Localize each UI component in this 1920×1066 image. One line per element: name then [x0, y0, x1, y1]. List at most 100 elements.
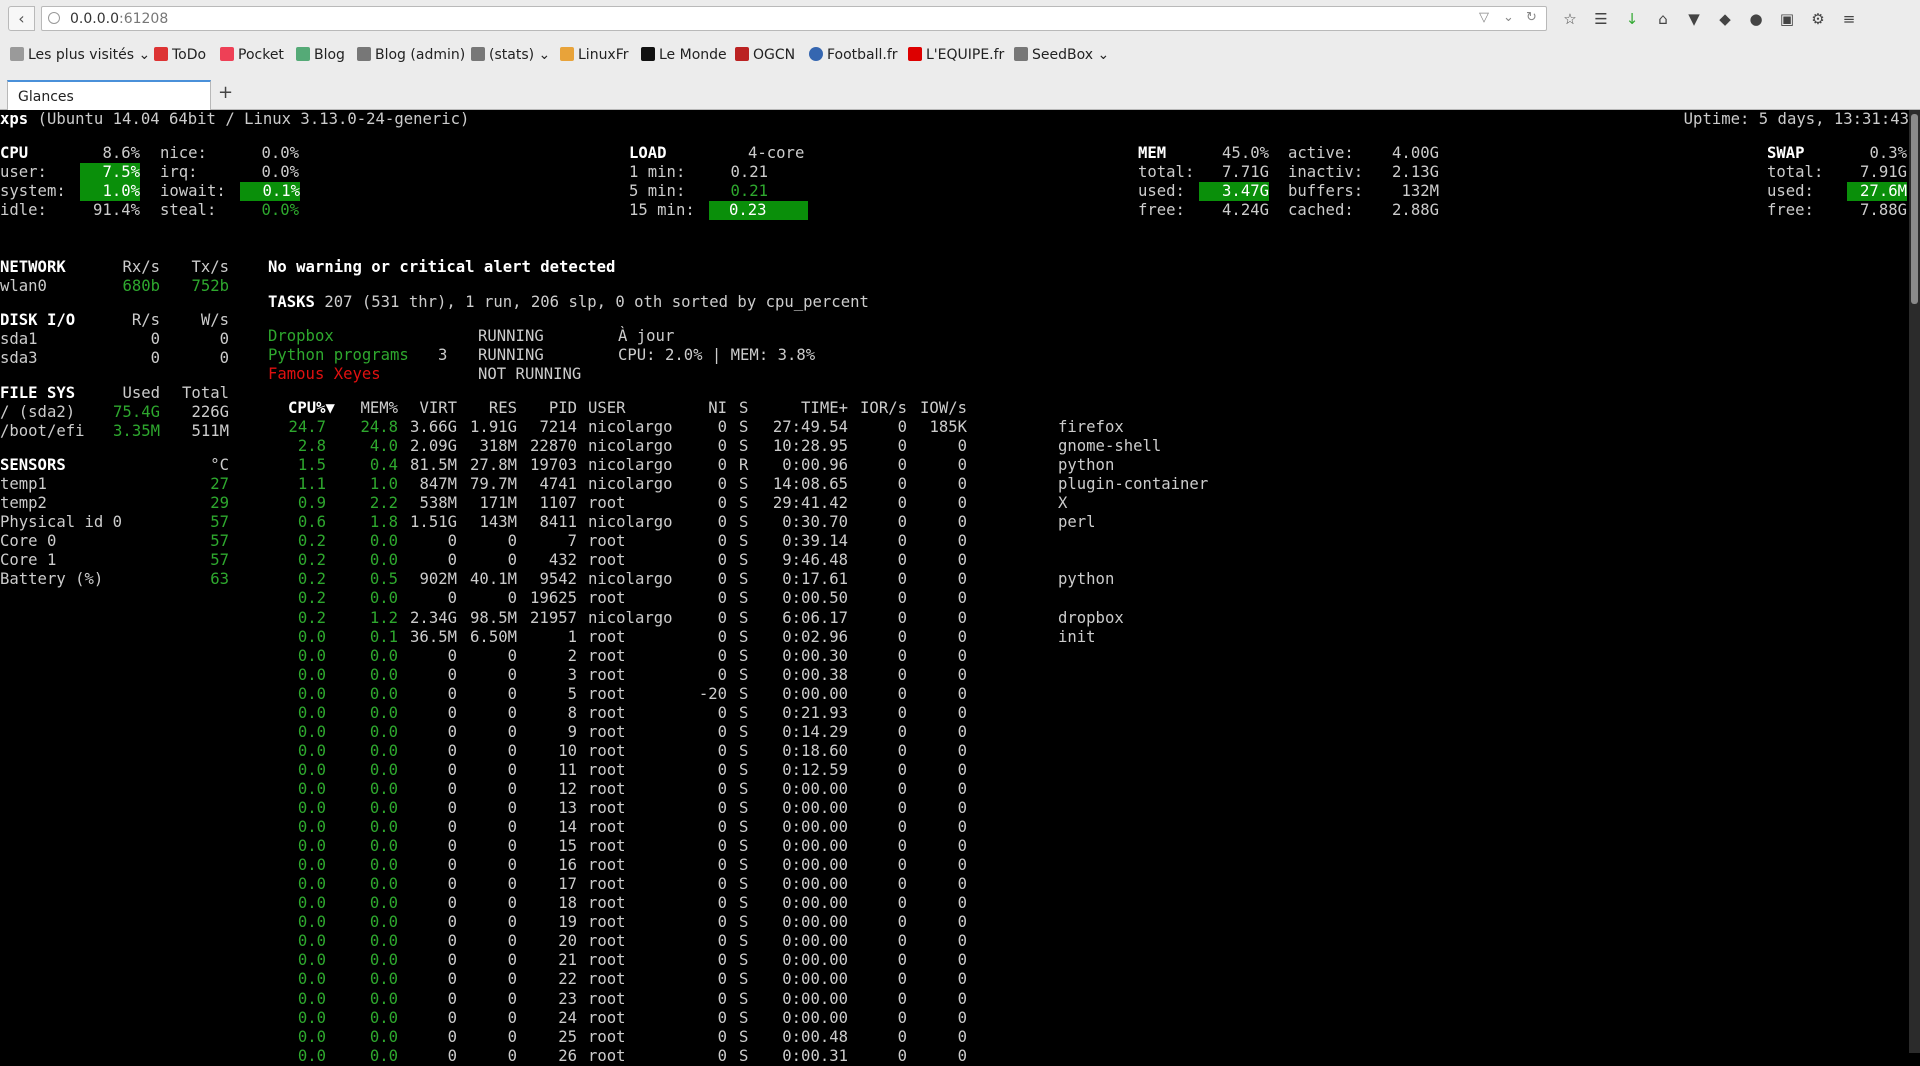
bookmark-stats[interactable]: (stats) ⌄ — [471, 47, 550, 63]
bookmark-blog-admin[interactable]: Blog (admin) — [357, 47, 465, 63]
table-row[interactable]: 0.0 0.0 0 0 19 root 0 S 0:00.00 0 0 — [0, 913, 1909, 932]
site-info-icon[interactable] — [48, 12, 60, 24]
table-row[interactable]: 0.0 0.0 0 0 20 root 0 S 0:00.00 0 0 — [0, 932, 1909, 951]
bookmark-label: Blog (admin) — [375, 47, 466, 63]
bookmark-blog[interactable]: Blog — [296, 47, 345, 63]
table-row[interactable]: 0.0 0.0 0 0 18 root 0 S 0:00.00 0 0 — [0, 894, 1909, 913]
table-row[interactable]: 0.0 0.0 0 0 3 root 0 S 0:00.38 0 0 — [0, 666, 1909, 685]
table-row[interactable]: 1.1 1.0 847M 79.7M 4741 nicolargo 0 S 14:08.65 0 0… — [0, 475, 1909, 494]
col-status-header[interactable]: S — [739, 399, 748, 418]
table-row[interactable]: 0.0 0.0 0 0 15 root 0 S 0:00.00 0 0 — [0, 837, 1909, 856]
bookmark-todo[interactable]: ToDo — [154, 47, 206, 63]
table-row[interactable]: 0.0 0.0 0 0 8 root 0 S 0:21.93 0 0 — [0, 704, 1909, 723]
bookmark-lequipe[interactable]: L'EQUIPE.fr — [908, 47, 1004, 63]
proc-virt: 3.66G — [410, 418, 457, 436]
bookmarks-list-icon[interactable]: ☰ — [1589, 8, 1613, 30]
table-row[interactable]: 0.2 0.0 0 0 7 root 0 S 0:39.14 0 0 — [0, 532, 1909, 551]
col-iow-header[interactable]: IOW/s — [910, 399, 967, 418]
table-row[interactable]: 0.0 0.0 0 0 11 root 0 S 0:12.59 0 0 — [0, 761, 1909, 780]
col-ni-header[interactable]: NI — [690, 399, 727, 418]
gear-icon[interactable]: ⚙ — [1806, 8, 1830, 30]
proc-mem: 0.0 — [369, 837, 398, 856]
history-dropdown-icon[interactable]: ⌄ — [1503, 10, 1514, 25]
table-row[interactable]: 0.0 0.0 0 0 13 root 0 S 0:00.00 0 0 — [0, 799, 1909, 818]
extension-icon[interactable]: ◆ — [1713, 8, 1737, 30]
col-cpu-header[interactable]: CPU%▼ — [288, 399, 335, 418]
proc-ior: 0 — [897, 551, 907, 570]
table-row[interactable]: 0.2 0.5 902M 40.1M 9542 nicolargo 0 S 0:17.61 0 0 p… — [0, 570, 1909, 589]
table-row[interactable]: 0.0 0.0 0 0 2 root 0 S 0:00.30 0 0 — [0, 647, 1909, 666]
table-row[interactable]: 0.0 0.0 0 0 26 root 0 S 0:00.31 0 0 — [0, 1047, 1909, 1066]
bookmark-les-plus-visites[interactable]: Les plus visités ⌄ — [10, 47, 150, 63]
url-bar[interactable]: 0.0.0.0:61208 ▽ ⌄ ↻ — [41, 6, 1547, 31]
table-row[interactable]: 0.2 1.2 2.34G 98.5M 21957 nicolargo 0 S 6:06.17 0… — [0, 609, 1909, 628]
tab-glances[interactable]: Glances — [7, 80, 211, 110]
back-button[interactable]: ‹ — [8, 6, 35, 31]
bookmark-linuxfr[interactable]: LinuxFr — [560, 47, 629, 63]
col-time-header[interactable]: TIME+ — [760, 399, 848, 418]
table-row[interactable]: 0.0 0.0 0 0 16 root 0 S 0:00.00 0 0 — [0, 856, 1909, 875]
proc-status: S — [739, 894, 749, 913]
reload-icon[interactable]: ↻ — [1526, 10, 1537, 25]
col-user-header[interactable]: USER — [588, 399, 626, 418]
bookmark-pocket[interactable]: Pocket — [220, 47, 284, 63]
proc-virt: 0 — [447, 1046, 457, 1065]
table-row[interactable]: 0.0 0.0 0 0 9 root 0 S 0:14.29 0 0 — [0, 723, 1909, 742]
proc-pid: 1 — [567, 627, 577, 646]
mem-inactive: 2.13G — [1392, 163, 1439, 181]
table-row[interactable]: 0.0 0.0 0 0 22 root 0 S 0:00.00 0 0 — [0, 970, 1909, 989]
proc-mem: 1.8 — [369, 513, 398, 532]
table-row[interactable]: 0.0 0.0 0 0 10 root 0 S 0:18.60 0 0 — [0, 742, 1909, 761]
table-row[interactable]: 0.2 0.0 0 0 19625 root 0 S 0:00.50 0 0 — [0, 589, 1909, 608]
proc-status: S — [739, 856, 749, 875]
table-row[interactable]: 0.0 0.0 0 0 12 root 0 S 0:00.00 0 0 — [0, 780, 1909, 799]
col-pid-header[interactable]: PID — [520, 399, 577, 418]
proc-time: 0:00.48 — [782, 1027, 848, 1046]
load-cores: 4-core — [748, 144, 805, 162]
page-scrollbar[interactable] — [1909, 110, 1920, 1053]
downloads-icon[interactable]: ↓ — [1620, 8, 1644, 30]
col-res-header[interactable]: RES — [460, 399, 517, 418]
proc-pid: 26 — [558, 1046, 577, 1065]
table-row[interactable]: 0.9 2.2 538M 171M 1107 root 0 S 29:41.42 0 0 X — [0, 494, 1909, 513]
table-row[interactable]: 0.0 0.0 0 0 14 root 0 S 0:00.00 0 0 — [0, 818, 1909, 837]
bookmark-ogcn[interactable]: OGCN — [735, 47, 795, 63]
table-row[interactable]: 2.8 4.0 2.09G 318M 22870 nicolargo 0 S 10:28.95 0… — [0, 437, 1909, 456]
table-row[interactable]: 0.0 0.0 0 0 21 root 0 S 0:00.00 0 0 — [0, 951, 1909, 970]
new-tab-button[interactable]: + — [218, 82, 233, 103]
table-row[interactable]: 0.6 1.8 1.51G 143M 8411 nicolargo 0 S 0:30.70 0 0 p… — [0, 513, 1909, 532]
scrollbar-thumb[interactable] — [1911, 114, 1918, 304]
proc-status: S — [739, 1046, 749, 1065]
adblock-icon[interactable]: ● — [1744, 8, 1768, 30]
col-mem-header[interactable]: MEM% — [340, 399, 398, 418]
bookmark-le-monde[interactable]: Le Monde — [641, 47, 727, 63]
table-row[interactable]: 0.2 0.0 0 0 432 root 0 S 9:46.48 0 0 — [0, 551, 1909, 570]
bookmark-star-icon[interactable]: ☆ — [1558, 8, 1582, 30]
proc-cpu: 0.0 — [297, 818, 326, 837]
tab-title: Glances — [18, 89, 74, 105]
puzzle-icon[interactable]: ▣ — [1775, 8, 1799, 30]
table-row[interactable]: 0.0 0.0 0 0 24 root 0 S 0:00.00 0 0 — [0, 1009, 1909, 1028]
proc-virt: 0 — [447, 989, 457, 1008]
proc-mem: 0.0 — [369, 1008, 398, 1027]
col-ior-header[interactable]: IOR/s — [850, 399, 907, 418]
pocket-icon[interactable]: ▼ — [1682, 8, 1706, 30]
proc-user: nicolargo — [588, 608, 673, 627]
table-row[interactable]: 1.5 0.4 81.5M 27.8M 19703 nicolargo 0 R 0:00.96 0… — [0, 456, 1909, 475]
proc-cpu: 0.0 — [297, 779, 326, 798]
table-row[interactable]: 0.0 0.0 0 0 25 root 0 S 0:00.48 0 0 — [0, 1028, 1909, 1047]
bookmark-football[interactable]: Football.fr — [809, 47, 898, 63]
table-row[interactable]: 0.0 0.0 0 0 5 root -20 S 0:00.00 0 0 — [0, 685, 1909, 704]
table-row[interactable]: 0.0 0.1 36.5M 6.50M 1 root 0 S 0:02.96 0 0 init — [0, 628, 1909, 647]
table-row[interactable]: 0.0 0.0 0 0 23 root 0 S 0:00.00 0 0 — [0, 990, 1909, 1009]
proc-time: 0:00.38 — [782, 665, 848, 684]
pocket-save-icon[interactable]: ▽ — [1479, 10, 1489, 25]
proc-status: S — [739, 799, 749, 817]
home-icon[interactable]: ⌂ — [1651, 8, 1675, 30]
proc-mem: 0.0 — [369, 856, 398, 875]
table-row[interactable]: 24.7 24.8 3.66G 1.91G 7214 nicolargo 0 S 27:49.5… — [0, 418, 1909, 437]
col-virt-header[interactable]: VIRT — [400, 399, 457, 418]
bookmark-seedbox[interactable]: SeedBox ⌄ — [1014, 47, 1109, 63]
layers-icon[interactable]: ≡ — [1837, 8, 1861, 30]
table-row[interactable]: 0.0 0.0 0 0 17 root 0 S 0:00.00 0 0 — [0, 875, 1909, 894]
